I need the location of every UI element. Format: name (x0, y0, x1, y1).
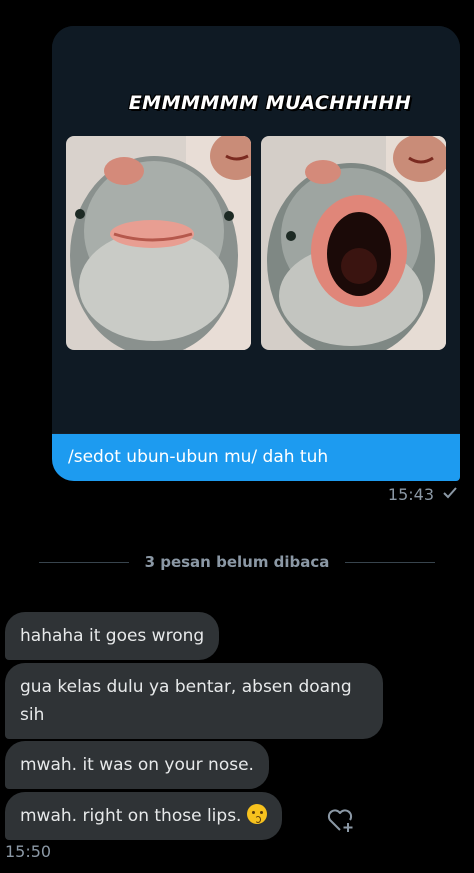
received-message[interactable]: gua kelas dulu ya bentar, absen doang si… (5, 663, 383, 739)
media-caption: EMMMMMM MUACHHHHH (128, 92, 412, 114)
received-message[interactable]: mwah. it was on your nose. (5, 741, 269, 789)
received-message[interactable]: hahaha it goes wrong (5, 612, 220, 660)
divider-line-left (38, 561, 129, 563)
check-icon (442, 485, 458, 504)
sent-message-meta: 15:43 (388, 485, 458, 504)
sent-time: 15:43 (387, 485, 434, 504)
fish-closed-mouth-image (66, 136, 251, 350)
message-text: hahaha it goes wrong (20, 626, 205, 646)
received-message[interactable]: mwah. right on those lips. (5, 792, 283, 840)
kissing-face-emoji (247, 804, 268, 824)
message-text: mwah. right on those lips. (20, 806, 242, 826)
divider-line-right (345, 561, 436, 563)
message-text: gua kelas dulu ya bentar, absen doang si… (20, 677, 352, 725)
sent-message-card[interactable]: EMMMMMM MUACHHHHH /sedot ubun-ubun mu/ d… (52, 26, 460, 481)
sent-media-image[interactable]: EMMMMMM MUACHHHHH (52, 26, 460, 433)
unread-label: 3 pesan belum dibaca (144, 553, 330, 571)
message-text: mwah. it was on your nose. (20, 755, 254, 775)
unread-divider: 3 pesan belum dibaca (0, 552, 474, 572)
sent-message-text: /sedot ubun-ubun mu/ dah tuh (52, 434, 460, 481)
heart-plus-icon[interactable] (326, 805, 356, 835)
received-time: 15:50 (5, 842, 52, 861)
fish-open-mouth-image (261, 136, 446, 350)
